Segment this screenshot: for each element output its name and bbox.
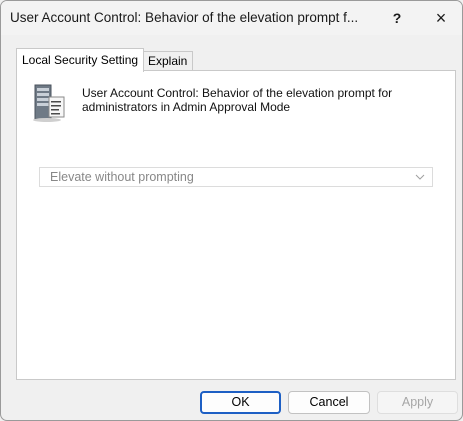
apply-button[interactable]: Apply <box>377 391 458 414</box>
window-title: User Account Control: Behavior of the el… <box>10 10 359 25</box>
tab-panel: User Account Control: Behavior of the el… <box>16 70 456 380</box>
server-policy-icon <box>33 84 65 122</box>
cancel-button[interactable]: Cancel <box>288 391 370 414</box>
tab-explain[interactable]: Explain <box>142 51 194 71</box>
help-button[interactable]: ? <box>377 1 417 35</box>
title-bar[interactable]: User Account Control: Behavior of the el… <box>1 1 462 35</box>
close-button[interactable]: × <box>421 1 461 35</box>
tab-strip: Local Security Setting Explain <box>16 48 456 72</box>
policy-name: User Account Control: Behavior of the el… <box>82 86 422 114</box>
setting-dropdown-value: Elevate without prompting <box>50 170 194 184</box>
dialog-window: User Account Control: Behavior of the el… <box>0 0 463 421</box>
chevron-down-icon <box>415 174 425 180</box>
policy-name-line-2: administrators in Admin Approval Mode <box>82 100 291 114</box>
policy-name-line-1: User Account Control: Behavior of the el… <box>82 86 393 100</box>
ok-button[interactable]: OK <box>200 391 281 414</box>
setting-dropdown[interactable]: Elevate without prompting <box>39 167 433 187</box>
tab-local-security-setting[interactable]: Local Security Setting <box>16 48 145 72</box>
